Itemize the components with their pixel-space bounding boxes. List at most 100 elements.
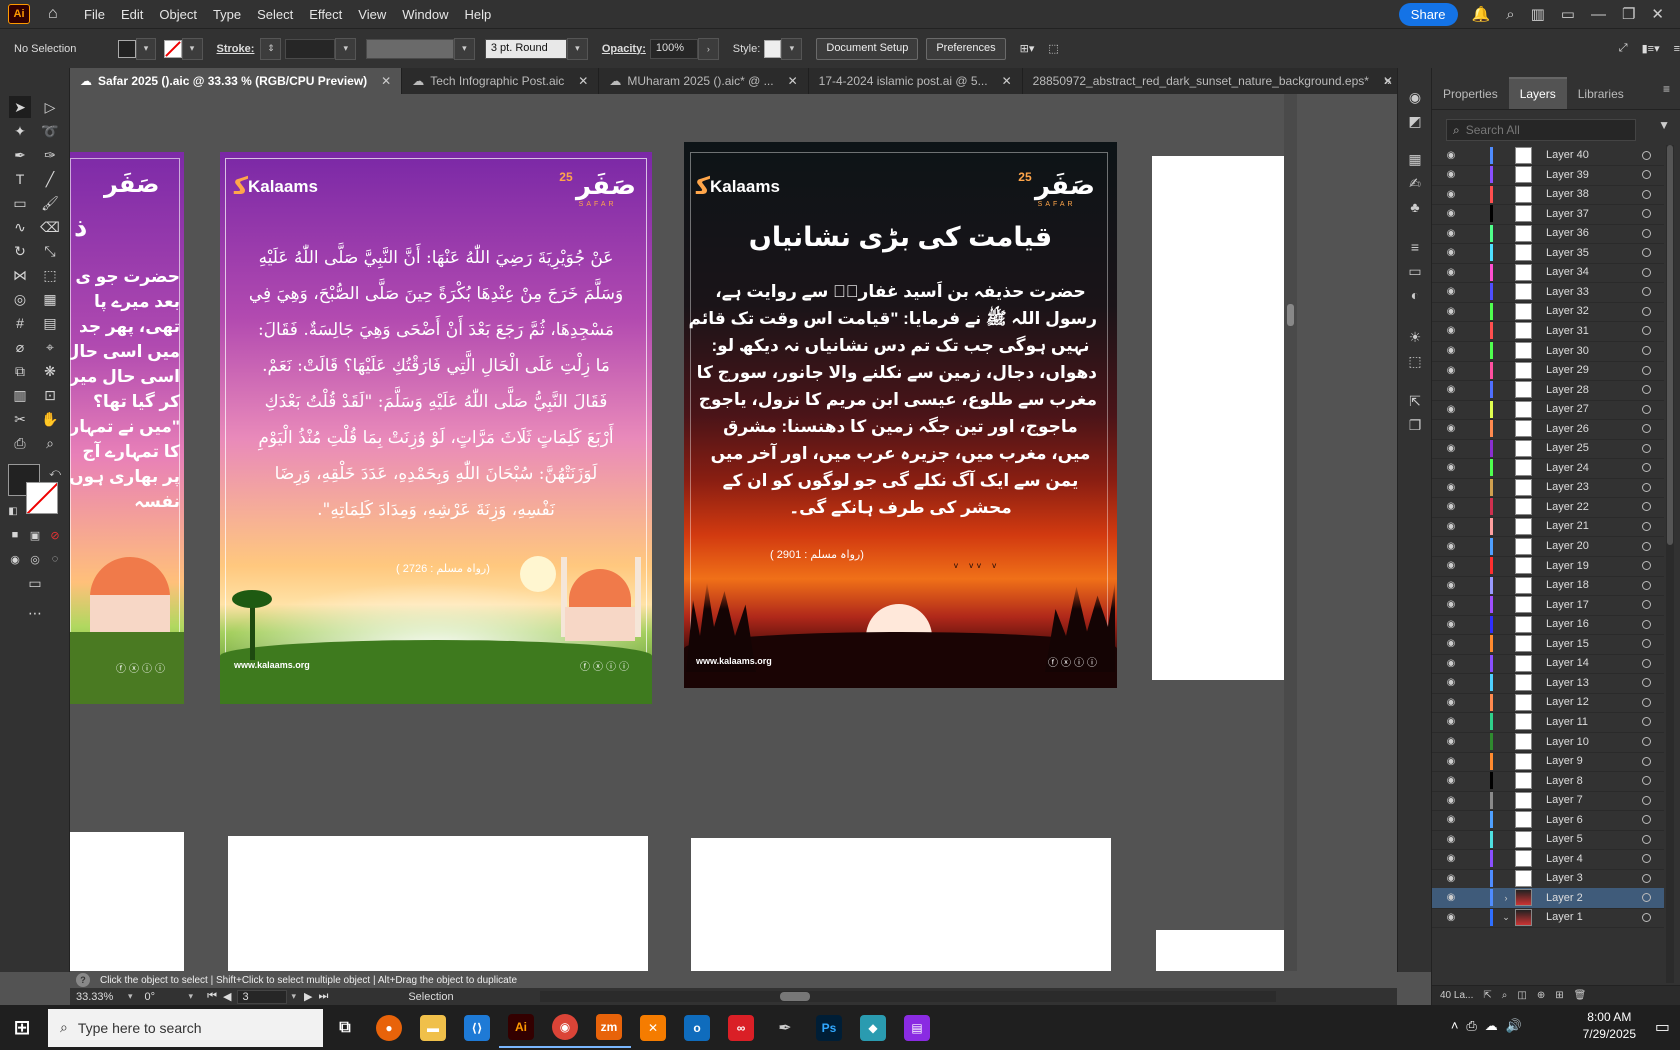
layer-name[interactable]: Layer 17 (1546, 599, 1642, 611)
lock-toggle[interactable] (1472, 672, 1484, 693)
slice-tool-icon[interactable]: ✂ (9, 408, 31, 430)
firefox-icon[interactable]: ● (367, 1008, 411, 1048)
visibility-eye-icon[interactable]: ◉ (1444, 306, 1458, 317)
minimize-icon[interactable]: — (1591, 6, 1606, 23)
layer-name[interactable]: Layer 11 (1546, 716, 1642, 728)
layer-name[interactable]: Layer 3 (1546, 872, 1642, 884)
visibility-eye-icon[interactable]: ◉ (1444, 267, 1458, 278)
layer-name[interactable]: Layer 8 (1546, 775, 1642, 787)
artboard-dropdown-icon[interactable]: ▾ (291, 991, 296, 1002)
symbols-icon[interactable]: ♣ (1406, 198, 1424, 216)
lock-toggle[interactable] (1472, 223, 1484, 244)
visibility-eye-icon[interactable]: ◉ (1444, 697, 1458, 708)
layer-name[interactable]: Layer 1 (1546, 911, 1642, 923)
chrome-icon[interactable]: ◉ (543, 1008, 587, 1048)
visibility-eye-icon[interactable]: ◉ (1444, 365, 1458, 376)
lock-toggle[interactable] (1472, 536, 1484, 557)
lasso-tool-icon[interactable]: ➰ (39, 120, 61, 142)
layer-name[interactable]: Layer 33 (1546, 286, 1642, 298)
illustrator-logo-icon[interactable]: Ai (8, 4, 30, 24)
layers-search-input[interactable]: ⌕ Search All (1446, 119, 1636, 141)
layer-row[interactable]: ◉ Layer 16 (1432, 614, 1664, 636)
target-circle-icon[interactable] (1642, 854, 1651, 864)
paintbrush-tool-icon[interactable]: 🖌 (39, 192, 61, 214)
lock-toggle[interactable] (1472, 164, 1484, 185)
lock-toggle[interactable] (1472, 184, 1484, 205)
default-colors-icon[interactable]: ◧ (2, 500, 24, 522)
type-tool-icon[interactable]: T (9, 168, 31, 190)
lock-toggle[interactable] (1472, 203, 1484, 224)
artboard-empty[interactable] (691, 838, 1111, 971)
layer-name[interactable]: Layer 13 (1546, 677, 1642, 689)
new-sublayer-icon[interactable]: ⊕ (1537, 990, 1545, 1001)
artboard-empty[interactable] (70, 832, 184, 971)
target-circle-icon[interactable] (1642, 150, 1651, 160)
screen-mode-icon[interactable]: ▭ (24, 572, 46, 594)
tab-properties[interactable]: Properties (1432, 79, 1509, 109)
artboard-number-field[interactable]: 3 (237, 989, 288, 1004)
export-icon[interactable]: ⬚ (1406, 352, 1424, 370)
style-swatch[interactable] (764, 39, 782, 58)
rectangle-tool-icon[interactable]: ▭ (9, 192, 31, 214)
visibility-eye-icon[interactable]: ◉ (1444, 404, 1458, 415)
lock-toggle[interactable] (1472, 594, 1484, 615)
visibility-eye-icon[interactable]: ◉ (1444, 716, 1458, 727)
panel-toggle-icon[interactable]: ▮≡▾ (1642, 42, 1660, 55)
previous-artboard-icon[interactable]: ◀ (223, 990, 231, 1003)
tab-sunset-background[interactable]: 28850972_abstract_red_dark_sunset_nature… (1023, 68, 1397, 94)
layer-name[interactable]: Layer 2 (1546, 892, 1642, 904)
layer-name[interactable]: Layer 29 (1546, 364, 1642, 376)
layer-row[interactable]: ◉ Layer 25 (1432, 438, 1664, 460)
visibility-eye-icon[interactable]: ◉ (1444, 423, 1458, 434)
layer-name[interactable]: Layer 39 (1546, 169, 1642, 181)
layer-row[interactable]: ◉ Layer 19 (1432, 556, 1664, 577)
stroke-panel-icon[interactable]: ≡ (1406, 238, 1424, 256)
transparency-icon[interactable]: ◐ (1406, 286, 1424, 304)
opacity-label[interactable]: Opacity: (602, 43, 646, 55)
target-circle-icon[interactable] (1642, 658, 1651, 668)
column-graph-tool-icon[interactable]: ▥ (9, 384, 31, 406)
layer-row[interactable]: ◉ Layer 31 (1432, 321, 1664, 342)
print-tiling-tool-icon[interactable]: ⎙ (9, 432, 31, 454)
lock-toggle[interactable] (1472, 809, 1484, 830)
lock-toggle[interactable] (1472, 887, 1484, 908)
measure-tool-icon[interactable]: ⌖ (39, 336, 61, 358)
fill-dropdown-icon[interactable]: ▾ (135, 37, 157, 60)
layer-row[interactable]: ◉ Layer 32 (1432, 301, 1664, 323)
tab-tech-infographic[interactable]: ☁ Tech Infographic Post.aic ✕ (402, 68, 600, 94)
layer-name[interactable]: Layer 15 (1546, 638, 1642, 650)
stroke-color-swatch[interactable] (26, 482, 58, 514)
visibility-eye-icon[interactable]: ◉ (1444, 912, 1458, 923)
arrange-documents-icon[interactable]: ▥ (1531, 5, 1545, 23)
direct-selection-tool-icon[interactable]: ▷ (39, 96, 61, 118)
layer-name[interactable]: Layer 18 (1546, 579, 1642, 591)
layer-row[interactable]: ◉ Layer 34 (1432, 262, 1664, 284)
visibility-eye-icon[interactable]: ◉ (1444, 286, 1458, 297)
menu-window[interactable]: Window (402, 7, 448, 22)
layer-row[interactable]: ◉ Layer 28 (1432, 380, 1664, 401)
symbol-sprayer-tool-icon[interactable]: ❋ (39, 360, 61, 382)
layer-name[interactable]: Layer 7 (1546, 794, 1642, 806)
horizontal-scrollbar[interactable] (540, 991, 1276, 1002)
artboard-empty[interactable] (1156, 930, 1284, 971)
last-artboard-icon[interactable]: ⏭ (318, 990, 328, 1003)
visibility-eye-icon[interactable]: ◉ (1444, 775, 1458, 786)
visibility-eye-icon[interactable]: ◉ (1444, 892, 1458, 903)
swatches-icon[interactable]: ▦ (1406, 150, 1424, 168)
visibility-eye-icon[interactable]: ◉ (1444, 834, 1458, 845)
layer-row[interactable]: ◉ Layer 29 (1432, 360, 1664, 382)
zoom-dropdown-icon[interactable]: ▾ (128, 991, 133, 1002)
taskbar-clock[interactable]: 8:00 AM 7/29/2025 (1583, 1009, 1636, 1043)
zoom-tool-icon[interactable]: ⌕ (39, 432, 61, 454)
new-layer-icon[interactable]: ⊞ (1555, 990, 1563, 1001)
artboard-empty[interactable] (228, 836, 648, 971)
artboard-tool-icon[interactable]: ⊡ (39, 384, 61, 406)
vertical-scroll-thumb[interactable] (1287, 304, 1294, 326)
visibility-eye-icon[interactable]: ◉ (1444, 482, 1458, 493)
visibility-eye-icon[interactable]: ◉ (1444, 228, 1458, 239)
locate-object-icon[interactable]: ⌕ (1502, 990, 1508, 1001)
target-circle-icon[interactable] (1642, 424, 1651, 434)
color-mode-icon[interactable]: ■ (4, 524, 26, 546)
target-circle-icon[interactable] (1642, 697, 1651, 707)
target-circle-icon[interactable] (1642, 893, 1651, 903)
